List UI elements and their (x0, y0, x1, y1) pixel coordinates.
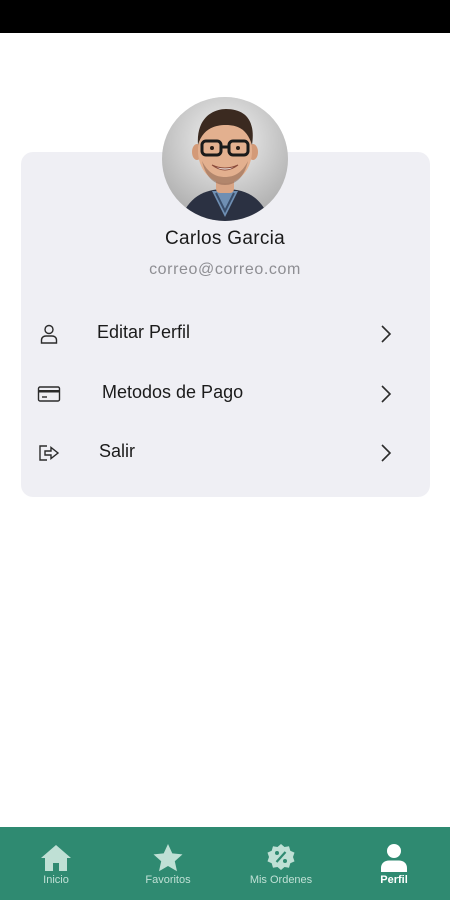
user-name: Carlos Garcia (164, 228, 286, 249)
discount-badge-icon (263, 842, 299, 874)
nav-item-mis-ordenes[interactable]: Mis Ordenes (225, 827, 337, 900)
menu-item-label: Metodos de Pago (102, 382, 244, 402)
user-icon (37, 322, 61, 346)
nav-item-inicio[interactable]: Inicio (0, 827, 112, 900)
nav-label: Perfil (380, 874, 408, 886)
credit-card-icon (37, 382, 61, 406)
status-bar (0, 0, 450, 33)
menu-item-label: Editar Perfil (97, 322, 191, 342)
nav-label: Inicio (43, 874, 69, 886)
menu-item-metodos-de-pago[interactable]: Metodos de Pago (21, 368, 430, 418)
nav-item-favoritos[interactable]: Favoritos (112, 827, 224, 900)
menu-item-label: Salir (99, 441, 136, 461)
user-email: correo@correo.com (149, 261, 301, 278)
menu-item-editar-perfil[interactable]: Editar Perfil (21, 308, 430, 358)
chevron-right-icon (377, 442, 395, 464)
nav-label: Favoritos (145, 874, 191, 886)
person-icon (376, 842, 412, 874)
logout-icon (37, 441, 61, 465)
chevron-right-icon (377, 383, 395, 405)
nav-label: Mis Ordenes (249, 874, 313, 886)
nav-item-perfil[interactable]: Perfil (338, 827, 450, 900)
star-icon (150, 842, 186, 874)
menu-item-salir[interactable]: Salir (21, 427, 430, 477)
chevron-right-icon (377, 323, 395, 345)
home-icon (38, 842, 74, 874)
bottom-navigation: Inicio Favoritos Mis Ordenes Perfil (0, 827, 450, 900)
avatar (162, 97, 288, 221)
